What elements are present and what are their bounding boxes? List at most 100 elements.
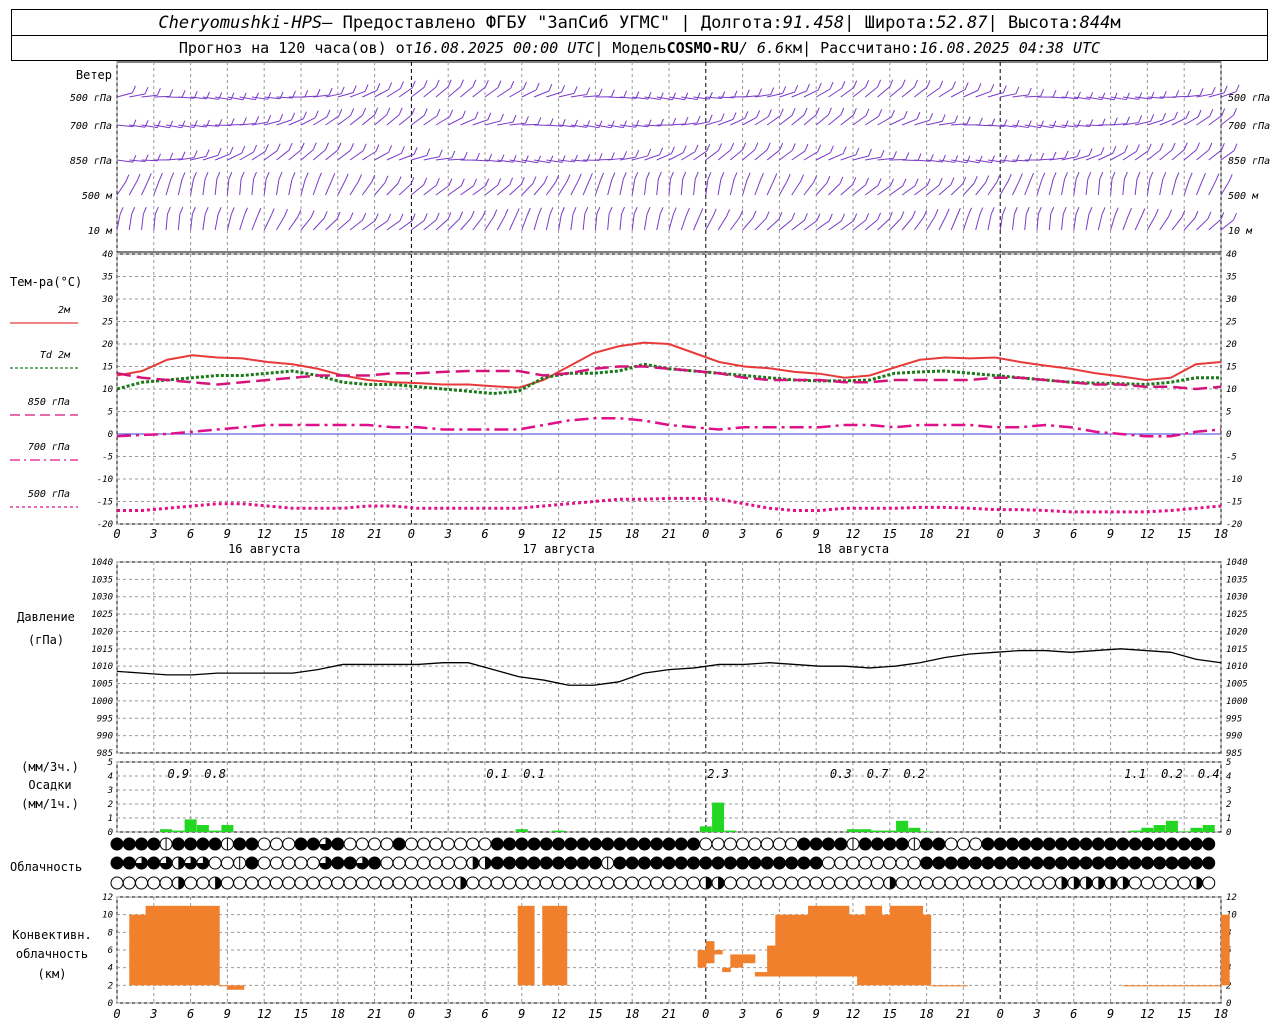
- cloud-cover-symbol: [490, 837, 504, 851]
- precip-total-label: 0.1: [486, 767, 508, 781]
- temp-hour-label: 18: [1214, 527, 1228, 541]
- wind-barb: [1011, 214, 1015, 231]
- temp-hour-label: 6: [776, 527, 783, 541]
- convective-ytick-left: 10: [102, 911, 113, 921]
- wind-barb: [484, 184, 499, 196]
- wind-barb: [509, 183, 522, 196]
- cloud-cover-symbol: [527, 856, 541, 870]
- wind-barb-feather: [647, 148, 652, 157]
- temp-hour-label: 15: [1177, 527, 1191, 541]
- cloud-cover-symbol: [650, 856, 664, 870]
- wind-barb-feather: [634, 172, 639, 180]
- wind-barb-feather: [426, 148, 431, 156]
- wind-barb: [1085, 214, 1090, 231]
- cloud-cover-symbol: [122, 837, 136, 851]
- wind-barb: [1012, 180, 1020, 196]
- wind-barb-feather: [669, 171, 674, 180]
- wind-barb: [570, 214, 574, 231]
- wind-barb: [1196, 115, 1211, 126]
- wind-barb-feather: [684, 116, 689, 125]
- wind-barb-feather: [765, 211, 770, 219]
- convective-bar: [186, 905, 192, 986]
- wind-barb-feather: [877, 212, 882, 220]
- pressure-ytick-left: 1000: [91, 697, 113, 707]
- convective-hour-label: 15: [883, 1007, 897, 1021]
- cloud-cover-symbol: [257, 837, 271, 851]
- wind-barb: [815, 220, 830, 231]
- wind-barb-feather: [242, 92, 247, 100]
- wind-barb-feather: [473, 178, 478, 186]
- wind-barb: [754, 218, 767, 231]
- wind-barb-feather: [621, 206, 625, 215]
- wind-barb: [1122, 151, 1137, 161]
- cloud-cover-symbol: [503, 876, 517, 890]
- convective-bar: [787, 914, 793, 977]
- wind-barb: [717, 149, 731, 161]
- temp-hour-label: 9: [813, 527, 820, 541]
- wind-barb: [1171, 149, 1185, 161]
- cloud-cover-symbol: [392, 856, 406, 870]
- convective-bar: [542, 905, 547, 986]
- cloud-cover-symbol: [895, 876, 909, 890]
- wind-barb-feather: [340, 86, 345, 95]
- wind-barb: [386, 220, 401, 231]
- wind-barb: [901, 118, 918, 126]
- cloud-cover-symbol: [944, 837, 958, 851]
- wind-barb: [226, 214, 232, 231]
- convective-bar: [239, 985, 245, 990]
- wind-barb: [791, 114, 805, 126]
- convective-bar: [959, 985, 964, 987]
- wind-barb: [300, 149, 314, 161]
- precip-total-label: 0.8: [204, 767, 226, 781]
- wind-barb-feather: [276, 143, 281, 151]
- wind-barb: [411, 86, 425, 98]
- cloud-cover-symbol: [184, 876, 198, 890]
- wind-barb-feather: [532, 176, 537, 184]
- wind-barb-feather: [1149, 171, 1154, 180]
- wind-barb-feather: [411, 80, 416, 89]
- cloud-cover-symbol: [539, 837, 553, 851]
- cloud-cover-half: [215, 877, 222, 889]
- convective-bar: [713, 950, 719, 955]
- pressure-ytick-left: 1010: [91, 662, 113, 672]
- precip-bar: [1202, 825, 1215, 832]
- cloud-cover-symbol: [453, 856, 467, 870]
- temp-ytick-right: 30: [1225, 295, 1237, 305]
- cloud-cover-symbol: [1189, 856, 1203, 870]
- wind-barb: [1085, 153, 1102, 161]
- convective-bar: [746, 954, 752, 964]
- cloud-cover-symbol: [981, 876, 995, 890]
- wind-barb-feather: [880, 150, 885, 158]
- wind-barb-feather: [181, 120, 186, 128]
- wind-barb: [594, 179, 602, 196]
- convective-bar: [718, 950, 723, 955]
- wind-barb: [779, 114, 793, 126]
- temp-ytick-right: 10: [1226, 385, 1237, 395]
- cloud-cover-symbol: [355, 876, 369, 890]
- cloud-cover-symbol: [1153, 876, 1167, 890]
- wind-barb-feather: [561, 84, 566, 93]
- wind-barb: [926, 184, 940, 196]
- cloud-cover-symbol: [674, 856, 688, 870]
- wind-barb-feather: [745, 89, 750, 97]
- pressure-ytick-left: 1040: [91, 558, 113, 568]
- convective-bar: [161, 905, 167, 986]
- cloud-cover-symbol: [147, 876, 161, 890]
- wind-barb: [1208, 180, 1217, 196]
- precip-ytick-right: 3: [1225, 786, 1231, 796]
- cloud-cover-symbol: [920, 856, 934, 870]
- wind-barb: [828, 220, 842, 231]
- precip-bar: [209, 830, 222, 832]
- cloud-cover-symbol: [723, 856, 737, 870]
- wind-barb: [877, 218, 890, 231]
- cloud-cover-symbol: [417, 856, 431, 870]
- cloud-cover-symbol: [552, 837, 566, 851]
- precip-bar: [172, 830, 185, 832]
- wind-barb: [1110, 179, 1113, 196]
- cloud-cover-half: [1196, 877, 1203, 889]
- convective-bar: [722, 967, 727, 973]
- wind-barb: [251, 150, 266, 161]
- wind-barb: [1036, 179, 1043, 196]
- wind-barb-feather: [170, 172, 175, 180]
- wind-barb: [214, 214, 219, 231]
